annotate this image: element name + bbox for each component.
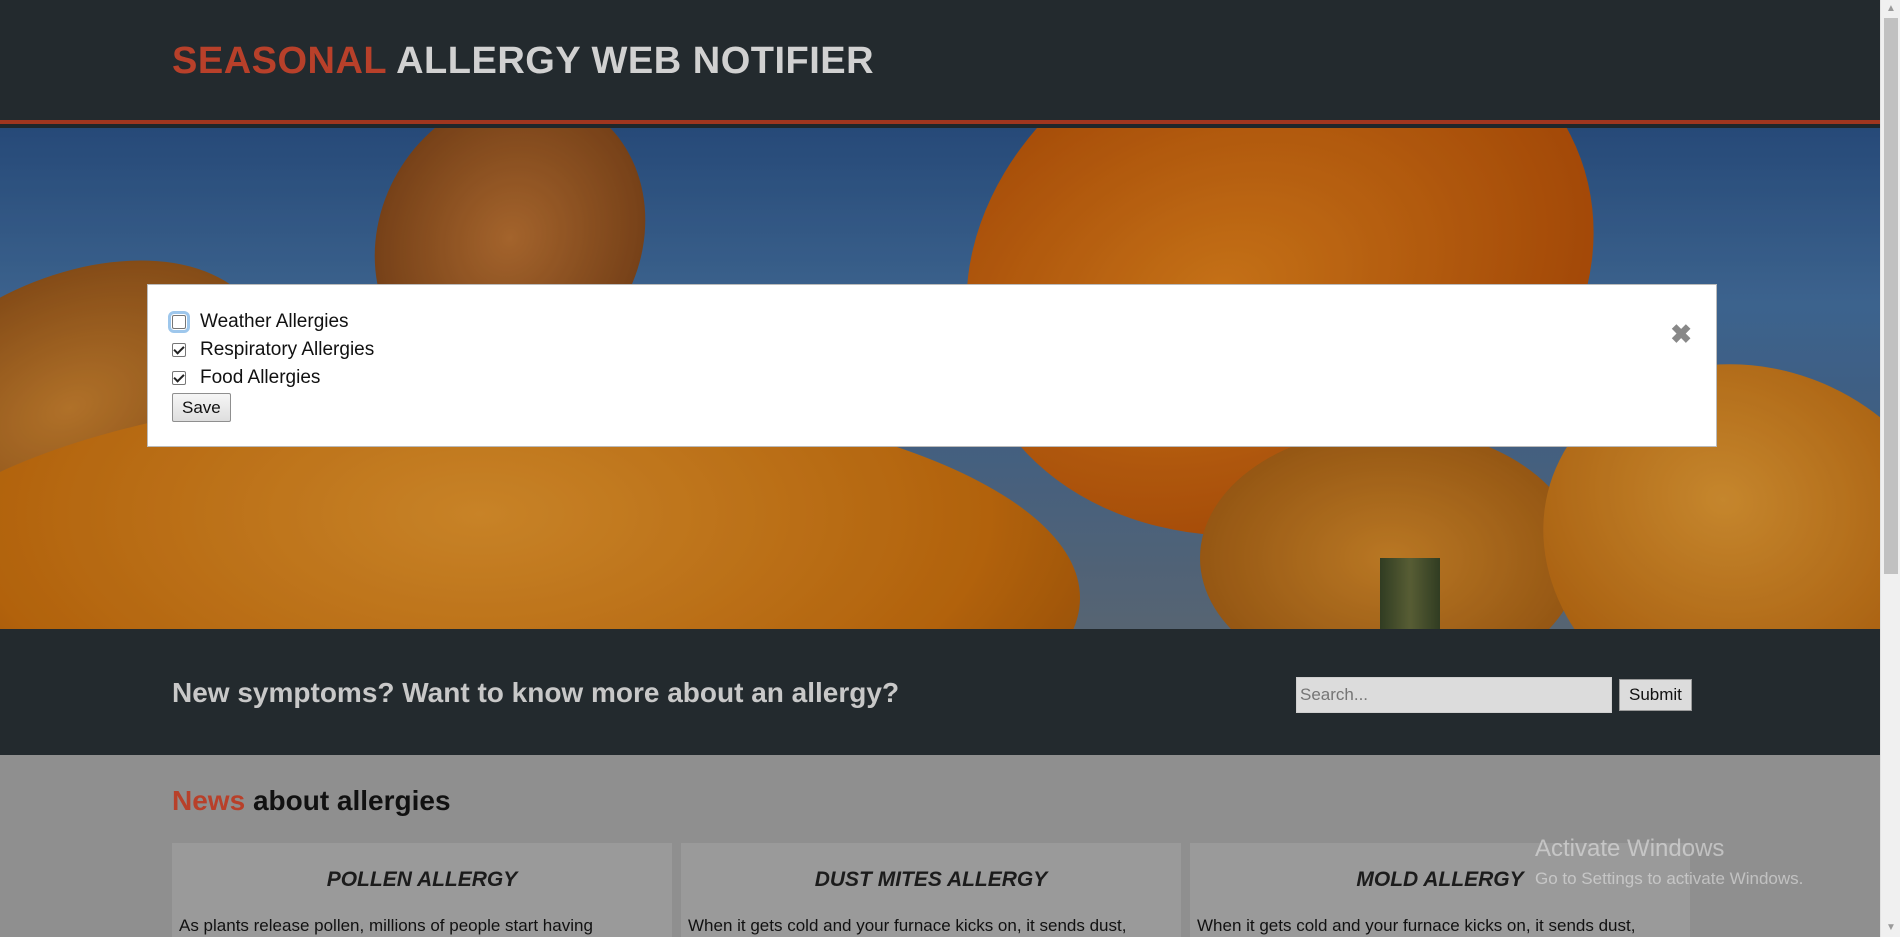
scroll-down-arrow-icon[interactable]: ▼ [1881, 919, 1900, 937]
search-prompt-text: New symptoms? Want to know more about an… [172, 677, 900, 708]
search-band: New symptoms? Want to know more about an… [0, 629, 1880, 755]
close-icon[interactable]: ✖ [1670, 321, 1692, 347]
windows-activation-watermark: Activate Windows Go to Settings to activ… [1535, 835, 1803, 889]
option-respiratory-allergies[interactable]: Respiratory Allergies [172, 338, 374, 362]
scroll-up-arrow-icon[interactable]: ▲ [1881, 0, 1900, 18]
submit-button[interactable]: Submit [1619, 679, 1692, 711]
news-heading: News about allergies [172, 785, 451, 817]
option-label: Respiratory Allergies [200, 339, 375, 360]
option-label: Food Allergies [200, 367, 321, 388]
food-allergies-checkbox[interactable] [172, 371, 186, 385]
respiratory-allergies-checkbox[interactable] [172, 343, 186, 357]
news-card-text: When it gets cold and your furnace kicks… [688, 916, 1127, 935]
option-weather-allergies[interactable]: Weather Allergies [168, 310, 349, 334]
weather-allergies-checkbox[interactable] [168, 311, 190, 333]
vertical-scrollbar[interactable]: ▲ ▼ [1880, 0, 1900, 937]
watermark-subtitle: Go to Settings to activate Windows. [1535, 869, 1804, 888]
option-food-allergies[interactable]: Food Allergies [172, 366, 320, 390]
allergy-preferences-modal: Weather Allergies Respiratory Allergies … [147, 284, 1717, 447]
news-card-dust-mites[interactable]: DUST MITES ALLERGY When it gets cold and… [681, 843, 1181, 937]
option-label: Weather Allergies [200, 311, 349, 332]
save-button[interactable]: Save [172, 393, 231, 422]
page: SEASONAL ALLERGY WEB NOTIFIER Weather Al… [0, 0, 1880, 937]
logo-accent: SEASONAL [172, 40, 387, 82]
site-header: SEASONAL ALLERGY WEB NOTIFIER [0, 0, 1880, 124]
news-card-pollen[interactable]: POLLEN ALLERGY As plants release pollen,… [172, 843, 672, 937]
site-logo[interactable]: SEASONAL ALLERGY WEB NOTIFIER [172, 40, 874, 83]
scrollbar-thumb[interactable] [1884, 18, 1898, 574]
news-heading-rest: about allergies [252, 785, 451, 816]
search-input[interactable] [1296, 677, 1612, 713]
news-card-text: When it gets cold and your furnace kicks… [1197, 916, 1636, 935]
news-card-text: As plants release pollen, millions of pe… [179, 916, 593, 935]
news-heading-accent: News [172, 785, 246, 816]
watermark-title: Activate Windows [1535, 835, 1725, 862]
news-card-title[interactable]: DUST MITES ALLERGY [681, 868, 1181, 892]
news-card-title[interactable]: POLLEN ALLERGY [172, 868, 672, 892]
logo-rest: ALLERGY WEB NOTIFIER [396, 40, 875, 82]
